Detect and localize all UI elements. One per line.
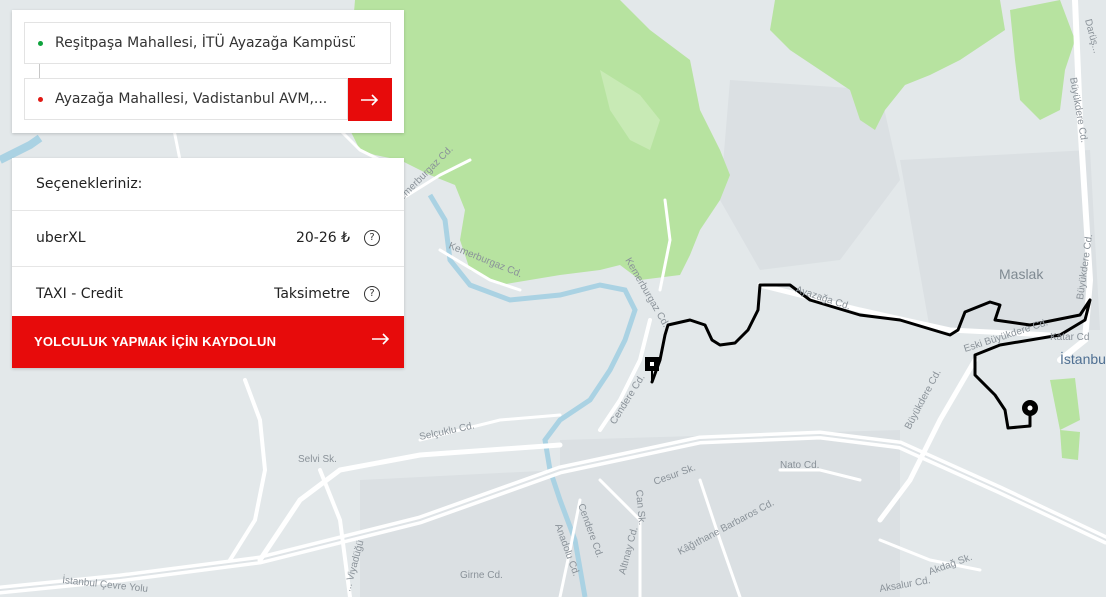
map-label-girne: Girne Cd. [460,570,503,581]
signup-button-label: YOLCULUK YAPMAK İÇİN KAYDOLUN [34,334,277,349]
search-route-button[interactable] [348,78,392,121]
map-label-selvi: Selvi Sk. [298,454,337,465]
options-panel: Seçenekleriniz: uberXL 20-26 ₺ ? TAXI - … [12,158,404,368]
pickup-text: Reşitpaşa Mahallesi, İTÜ Ayazağa Kampüsü… [55,35,355,51]
map-label-nato: Nato Cd. [780,460,819,471]
help-icon[interactable]: ? [364,230,380,246]
route-panel: Reşitpaşa Mahallesi, İTÜ Ayazağa Kampüsü… [12,10,404,133]
option-name: uberXL [36,230,86,246]
arrow-right-icon [361,93,379,106]
map-label-katar: Katar Cd [1050,332,1089,343]
map-label-maslak: Maslak [999,266,1044,282]
option-price: Taksimetre [274,286,350,302]
option-uberxl[interactable]: uberXL 20-26 ₺ ? [12,211,404,267]
help-icon[interactable]: ? [364,286,380,302]
option-name: TAXI - Credit [36,286,123,302]
options-header: Seçenekleriniz: [12,158,404,211]
dropoff-field[interactable]: Ayazağa Mahallesi, Vadistanbul AVM,... [24,78,348,120]
option-taxi-credit[interactable]: TAXI - Credit Taksimetre ? [12,267,404,323]
pickup-dot-icon [38,41,43,46]
option-price: 20-26 ₺ [295,230,350,246]
dropoff-dot-icon [38,97,43,102]
map-label-istanbul-teknik: İstanbul Teknik Üniversitesi [1060,350,1106,367]
signup-to-ride-button[interactable]: YOLCULUK YAPMAK İÇİN KAYDOLUN [12,316,404,368]
arrow-right-icon [372,333,390,345]
dropoff-text: Ayazağa Mahallesi, Vadistanbul AVM,... [55,91,328,107]
pickup-field[interactable]: Reşitpaşa Mahallesi, İTÜ Ayazağa Kampüsü… [24,22,391,64]
